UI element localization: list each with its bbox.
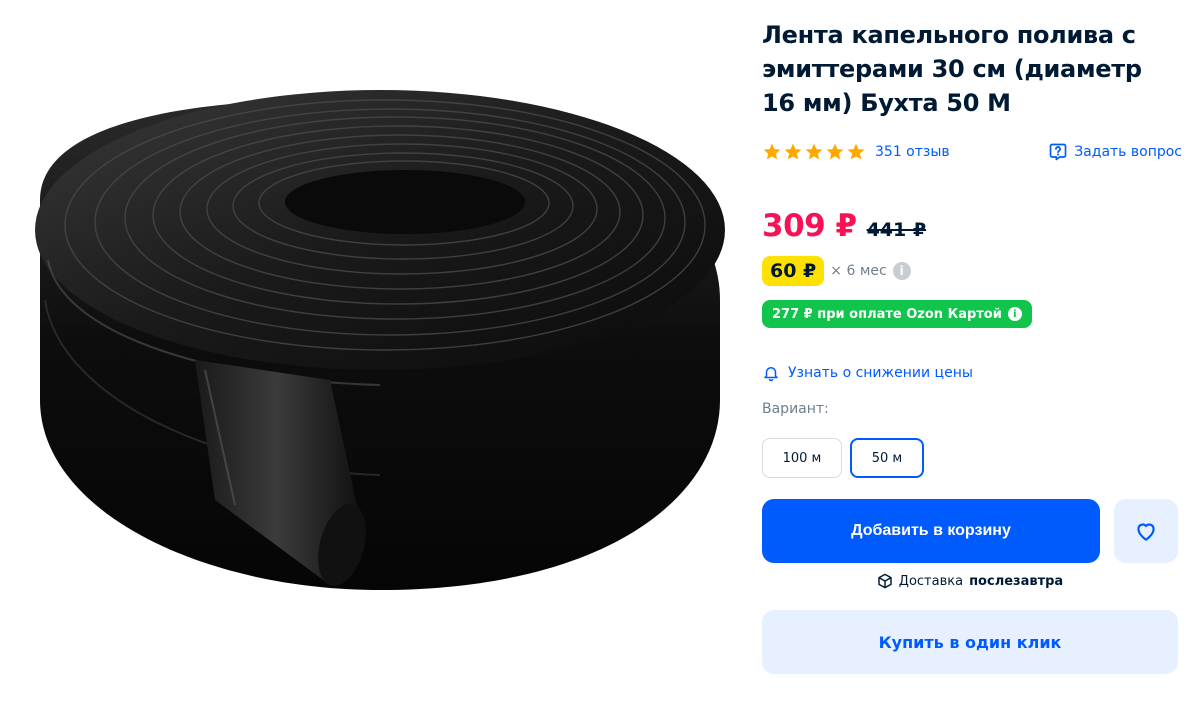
rating-row: 351 отзыв Задать вопрос <box>762 140 1182 164</box>
product-title: Лента капельного полива с эмиттерами 30 … <box>762 21 1142 117</box>
price-drop-alert-label: Узнать о снижении цены <box>788 365 973 381</box>
star-icon <box>826 143 844 160</box>
star-icon <box>763 143 781 160</box>
star-icon <box>784 143 802 160</box>
installment-term: × 6 мес <box>830 263 887 279</box>
product-gallery <box>0 0 740 714</box>
ask-question-label: Задать вопрос <box>1074 144 1182 160</box>
current-price: 309 ₽ <box>762 208 857 244</box>
star-icon <box>805 143 823 160</box>
delivery-info: Доставка послезавтра <box>762 573 1178 589</box>
drip-tape-coil-image[interactable] <box>0 0 740 714</box>
product-info: Лента капельного полива с эмиттерами 30 … <box>762 18 1182 674</box>
question-bubble-icon <box>1049 143 1067 161</box>
variant-options: 100 м 50 м <box>762 438 924 478</box>
delivery-prefix: Доставка <box>898 573 964 589</box>
bell-icon <box>764 367 778 382</box>
price-drop-alert-link[interactable]: Узнать о снижении цены <box>762 364 973 382</box>
info-icon: i <box>1007 307 1022 321</box>
add-to-cart-button[interactable]: Добавить в корзину <box>762 499 1100 563</box>
variant-label: Вариант: <box>762 401 829 417</box>
variant-option-50m[interactable]: 50 м <box>850 438 924 478</box>
ozon-card-offer-text: 277 ₽ при оплате Ozon Картой <box>772 306 1002 322</box>
installment-row: 60 ₽ × 6 мес i <box>762 256 911 286</box>
purchase-actions: Добавить в корзину <box>762 499 1178 563</box>
rating-stars[interactable] <box>762 142 866 162</box>
buy-one-click-button[interactable]: Купить в один клик <box>762 610 1178 674</box>
star-icon <box>847 143 865 160</box>
ozon-card-offer-badge[interactable]: 277 ₽ при оплате Ozon Картой i <box>762 300 1032 328</box>
favorite-button[interactable] <box>1114 499 1178 563</box>
price-row: 309 ₽ 441 ₽ <box>762 208 926 244</box>
box-icon <box>878 573 892 589</box>
ask-question-button[interactable]: Задать вопрос <box>1048 142 1182 162</box>
installment-badge[interactable]: 60 ₽ <box>762 256 825 286</box>
variant-option-100m[interactable]: 100 м <box>762 438 842 478</box>
delivery-date: послезавтра <box>969 573 1064 589</box>
old-price: 441 ₽ <box>866 219 927 241</box>
info-icon[interactable]: i <box>892 262 911 280</box>
heart-icon <box>1137 523 1155 541</box>
reviews-link[interactable]: 351 отзыв <box>875 144 950 160</box>
